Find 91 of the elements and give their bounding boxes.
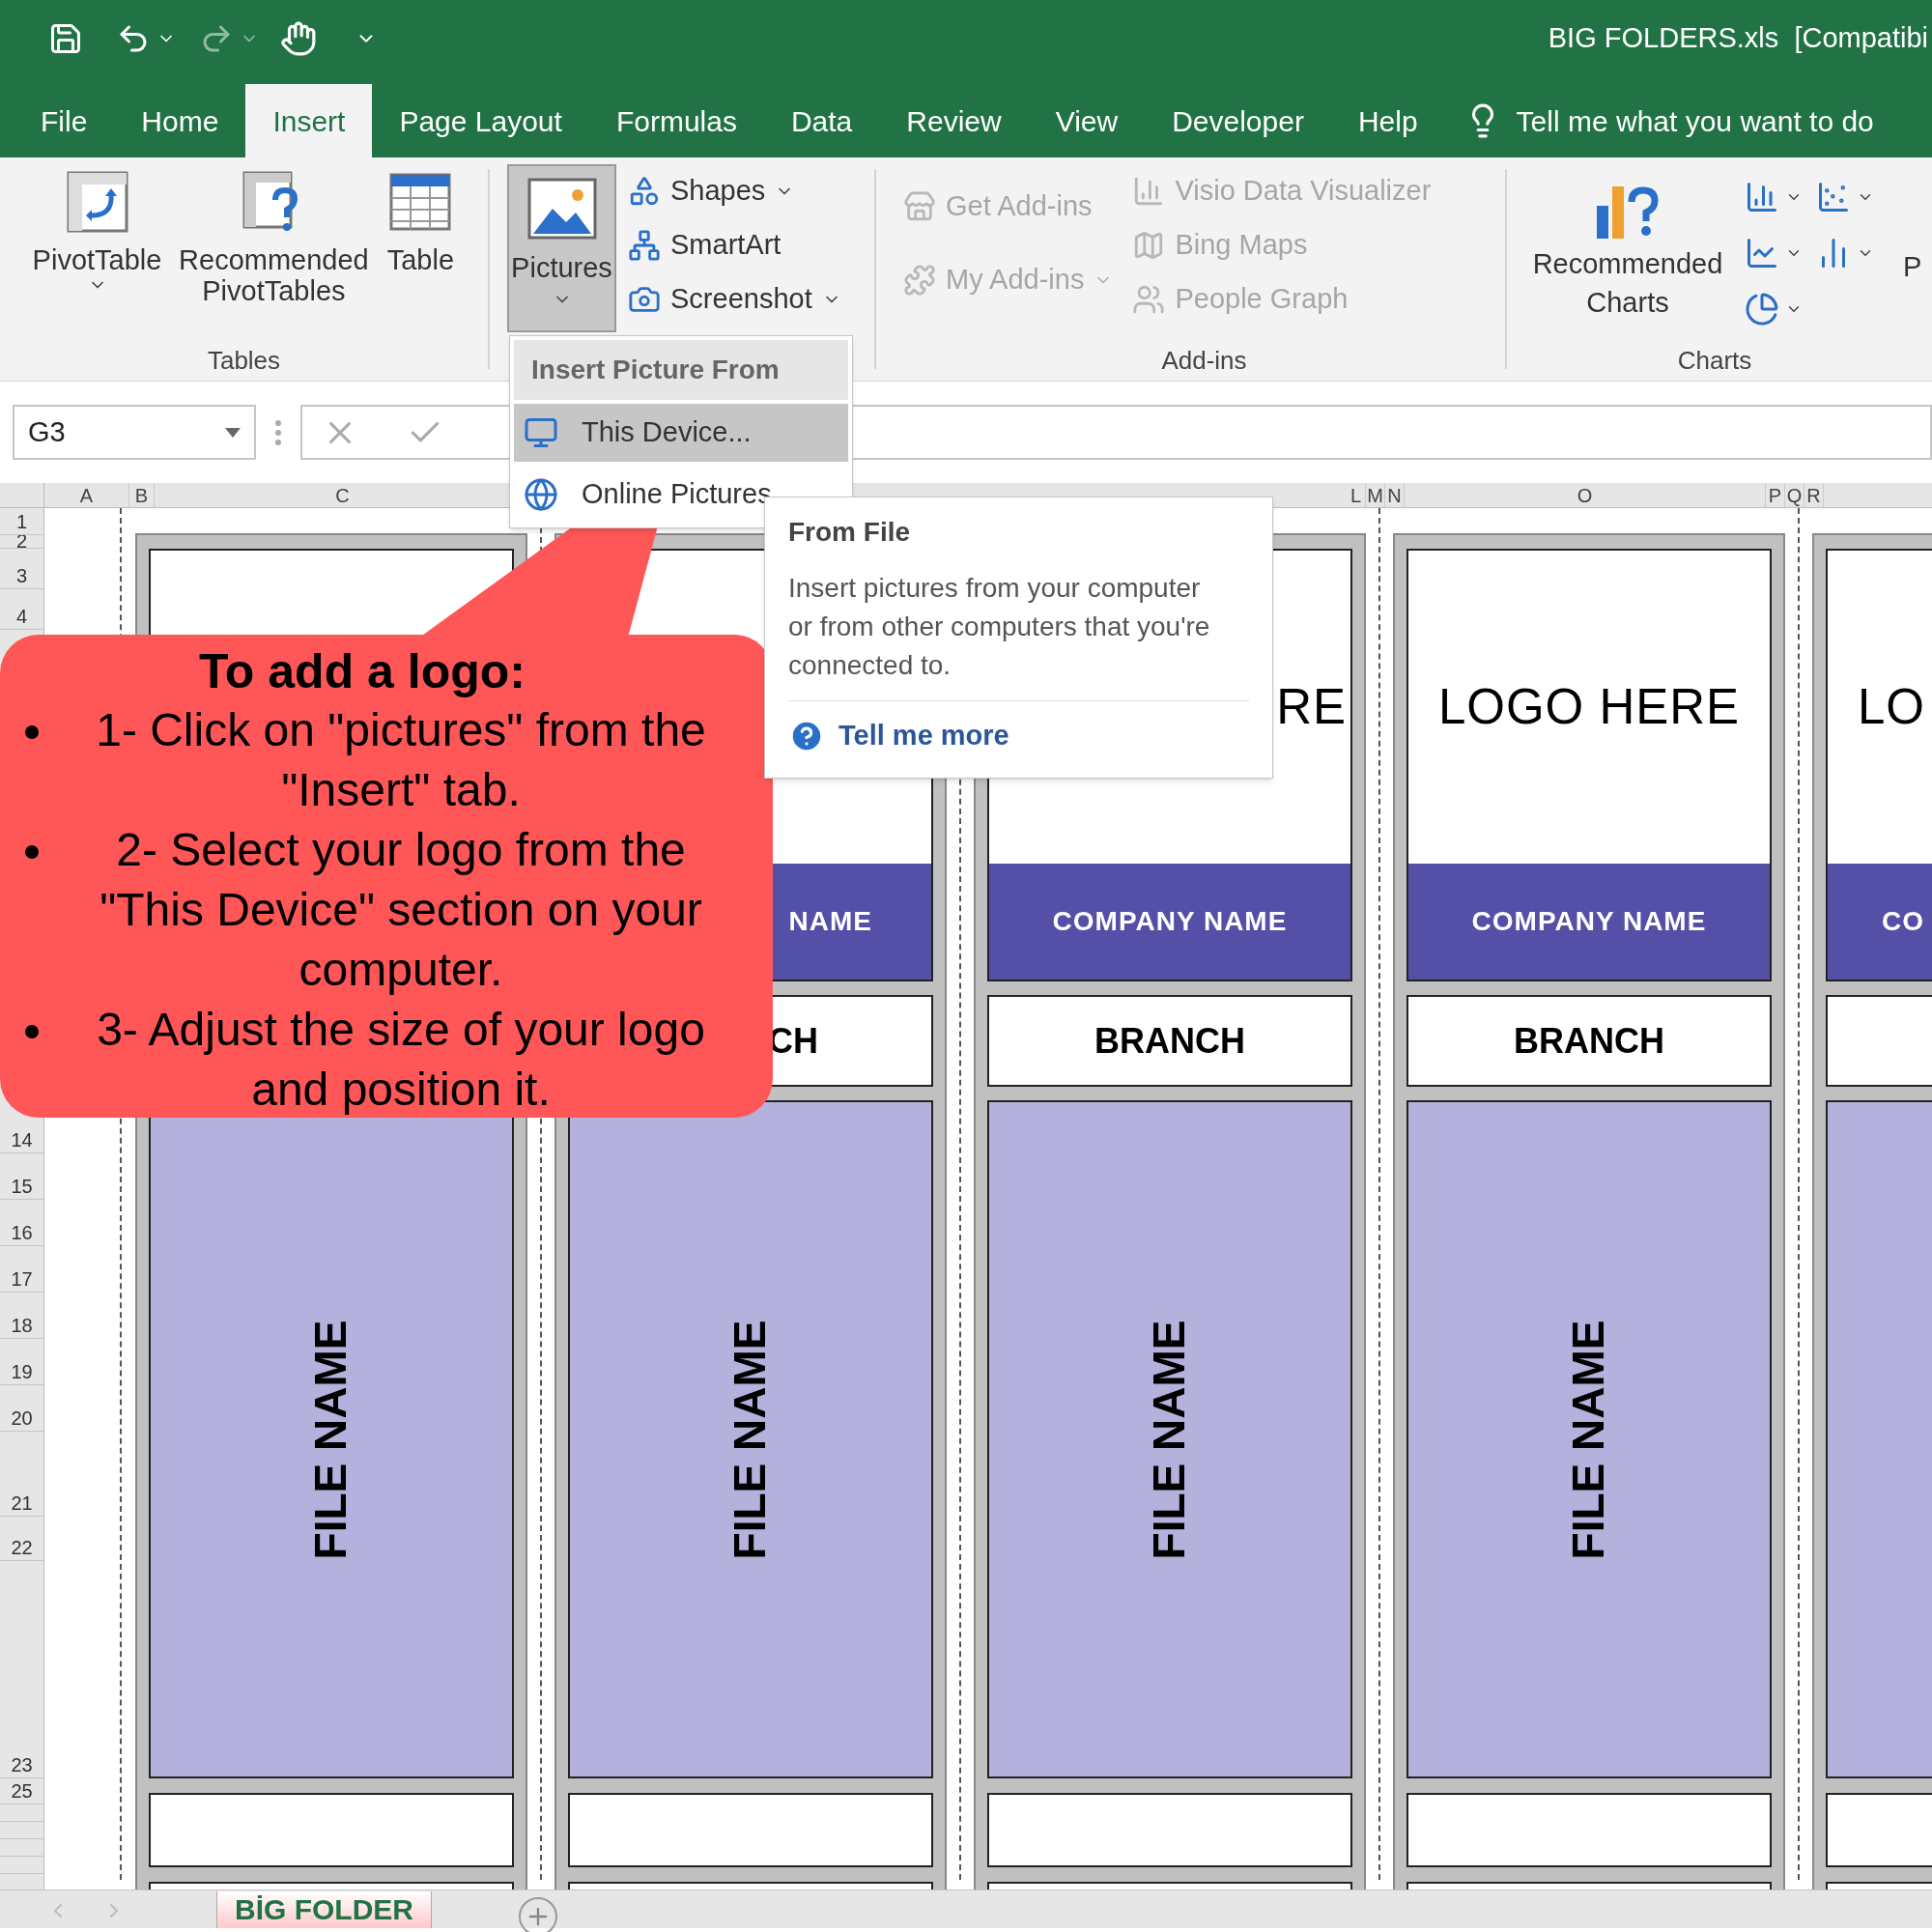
row-header: 21 (11, 1492, 33, 1516)
file-name-text: FILE NAME (304, 1320, 357, 1559)
branch-text: BRANCH (1514, 1019, 1664, 1063)
row-header: 15 (11, 1175, 33, 1199)
tell-me-field[interactable]: Tell me what you want to do (1516, 99, 1903, 143)
shapes-button[interactable]: Shapes (628, 164, 841, 218)
menu-header: Insert Picture From (531, 354, 780, 386)
company-name-text: NAME (788, 905, 872, 938)
window-title: BIG FOLDERS.xls [Compatibi (1548, 21, 1929, 56)
ribbon-tab[interactable]: View (1028, 84, 1146, 157)
row-header: 4 (15, 605, 28, 629)
row-header: 22 (11, 1536, 33, 1560)
sheet-tab[interactable]: BİG FOLDER (216, 1891, 432, 1928)
shapes-icon (628, 175, 661, 208)
column-header: A (79, 484, 94, 507)
recommended-pivot-button[interactable]: Recommended PivotTables (173, 157, 375, 342)
logo-placeholder-text: RE (1276, 677, 1347, 736)
logo-placeholder-text: LOGO HERE (1437, 677, 1741, 736)
touch-mode-icon[interactable] (280, 20, 317, 57)
row-header: 1 (15, 510, 28, 534)
table-button[interactable]: Table (382, 157, 460, 342)
ribbon-tab[interactable]: Help (1330, 84, 1445, 157)
column-header: N (1387, 484, 1402, 507)
row-header: 17 (11, 1267, 33, 1292)
recommended-charts-button[interactable]: Recommended Charts (1526, 157, 1729, 342)
ribbon-tab[interactable]: Developer (1145, 84, 1331, 157)
caret-icon (225, 427, 241, 438)
company-name-text: COMPANY NAME (1052, 905, 1288, 938)
store-icon (903, 190, 936, 223)
ribbon-tab[interactable]: Review (879, 84, 1029, 157)
column-header: L (1350, 484, 1362, 507)
group-label: Add-ins (1161, 345, 1247, 377)
name-box[interactable]: G3 (13, 405, 256, 460)
row-header: 16 (11, 1221, 33, 1245)
row-header: 14 (11, 1128, 33, 1152)
column-header: B (134, 484, 149, 507)
more-icon (275, 419, 281, 445)
bullet-icon (25, 1025, 39, 1038)
logo-placeholder-text: LO (1858, 677, 1926, 736)
column-header: O (1577, 484, 1593, 507)
column-chart-icon (1745, 180, 1779, 214)
branch-text: BRANCH (1094, 1019, 1245, 1063)
column-header: P (1768, 484, 1782, 507)
row-header: 3 (15, 564, 28, 588)
column-header: R (1806, 484, 1821, 507)
globe-icon (524, 477, 558, 512)
file-name-text: FILE NAME (1562, 1320, 1615, 1559)
group-label: Charts (1677, 345, 1752, 377)
pivot-table-button[interactable]: PivotTable (28, 157, 166, 342)
screenshot-button[interactable]: Screenshot (628, 272, 841, 327)
company-name-text: CO (1882, 905, 1924, 938)
tooltip-title: From File (788, 516, 911, 549)
row-header: 20 (11, 1406, 33, 1431)
save-icon[interactable] (48, 21, 83, 56)
column-header: Q (1786, 484, 1803, 507)
file-name-text: FILE NAME (1143, 1320, 1196, 1559)
bullet-icon (25, 845, 39, 859)
computer-icon (524, 415, 558, 450)
smartart-button[interactable]: SmartArt (628, 218, 841, 272)
bullet-icon (25, 725, 39, 739)
puzzle-icon (903, 264, 936, 297)
people-icon (1132, 283, 1166, 316)
ribbon-tab[interactable]: Home (114, 84, 246, 157)
ribbon-tab[interactable]: Insert (245, 84, 373, 157)
column-header: C (335, 484, 350, 507)
pictures-button[interactable]: Pictures (507, 164, 616, 332)
company-name-text: COMPANY NAME (1471, 905, 1707, 938)
ribbon-label: P (1903, 251, 1922, 282)
row-header: 18 (11, 1314, 33, 1338)
tell-me-more-link[interactable]: Tell me more (838, 715, 1009, 757)
add-sheet-button[interactable] (519, 1897, 557, 1932)
ribbon-tab[interactable]: File (14, 84, 115, 157)
scatter-chart-icon (1816, 180, 1851, 214)
line-chart-icon (1745, 236, 1779, 270)
ribbon-tab[interactable]: Formulas (588, 84, 764, 157)
pie-chart-icon (1745, 292, 1779, 327)
callout-step: 3- Adjust the size of your logo and position it. (68, 1000, 734, 1120)
callout-title: To add a logo: (199, 643, 526, 700)
callout-step: 2- Select your logo from the "This Device" section on your computer. (68, 820, 734, 1000)
row-header: 23 (11, 1753, 33, 1777)
file-name-text: FILE NAME (724, 1320, 777, 1559)
tooltip-text: Insert pictures from your computer or from other computers that you're connected to. (788, 572, 1211, 682)
diagram-icon (628, 229, 661, 262)
row-header: 19 (11, 1360, 33, 1384)
ribbon-tab[interactable]: Page Layout (372, 84, 589, 157)
column-header: M (1367, 484, 1383, 507)
menu-item[interactable]: This Device... (514, 404, 848, 462)
row-header: 25 (11, 1779, 33, 1804)
callout-step: 1- Click on "pictures" from the "Insert" tab. (68, 700, 734, 820)
group-label: Tables (207, 345, 281, 377)
ribbon-tab[interactable]: Data (763, 84, 880, 157)
